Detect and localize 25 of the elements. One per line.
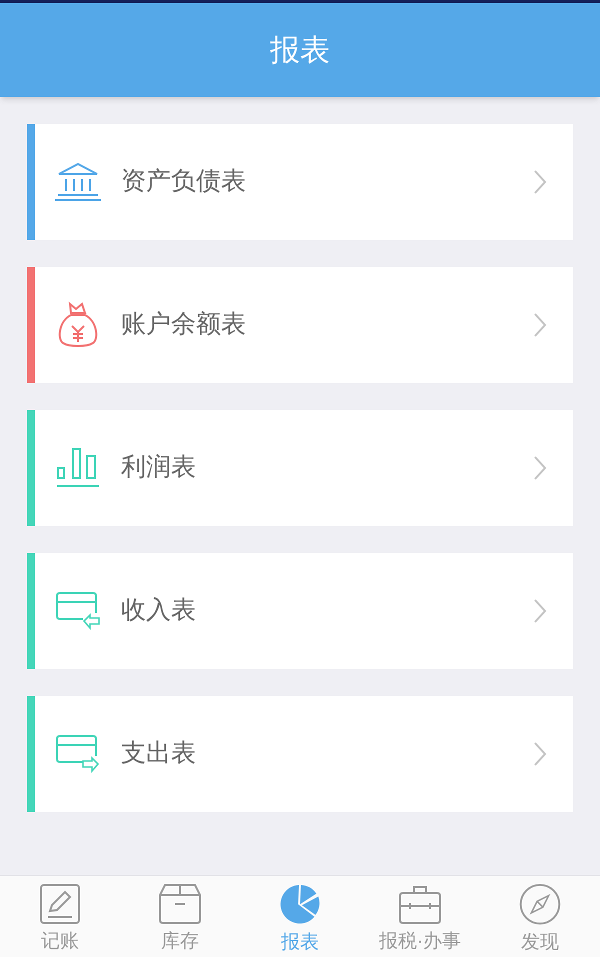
- chevron-right-icon: [533, 598, 547, 624]
- chevron-right-icon: [533, 169, 547, 195]
- report-label: 利润表: [121, 452, 197, 484]
- report-card[interactable]: 收入表: [27, 553, 573, 669]
- chevron-right-icon: [533, 741, 547, 767]
- card-arrow-right-icon: [55, 734, 101, 774]
- card-arrow-left-icon: [55, 591, 101, 631]
- report-label: 支出表: [121, 738, 197, 770]
- bank-icon: [53, 162, 103, 202]
- bar-chart-icon: [55, 446, 101, 490]
- pencil-icon: [40, 884, 80, 924]
- report-card[interactable]: 支出表: [27, 696, 573, 812]
- briefcase-icon: [399, 884, 441, 924]
- report-label: 收入表: [121, 595, 197, 626]
- chevron-right-icon: [533, 455, 547, 481]
- report-card[interactable]: 利润表: [27, 410, 573, 526]
- report-card[interactable]: 账户余额表: [27, 267, 573, 383]
- compass-icon: [519, 884, 561, 924]
- report-label: 账户余额表: [121, 309, 247, 340]
- pie-chart-icon: [279, 884, 321, 924]
- report-card[interactable]: 资产负债表: [27, 124, 573, 240]
- box-icon: [159, 884, 201, 924]
- report-label: 资产负债表: [121, 166, 247, 198]
- chevron-right-icon: [533, 312, 547, 338]
- page-title: 报表: [270, 32, 330, 68]
